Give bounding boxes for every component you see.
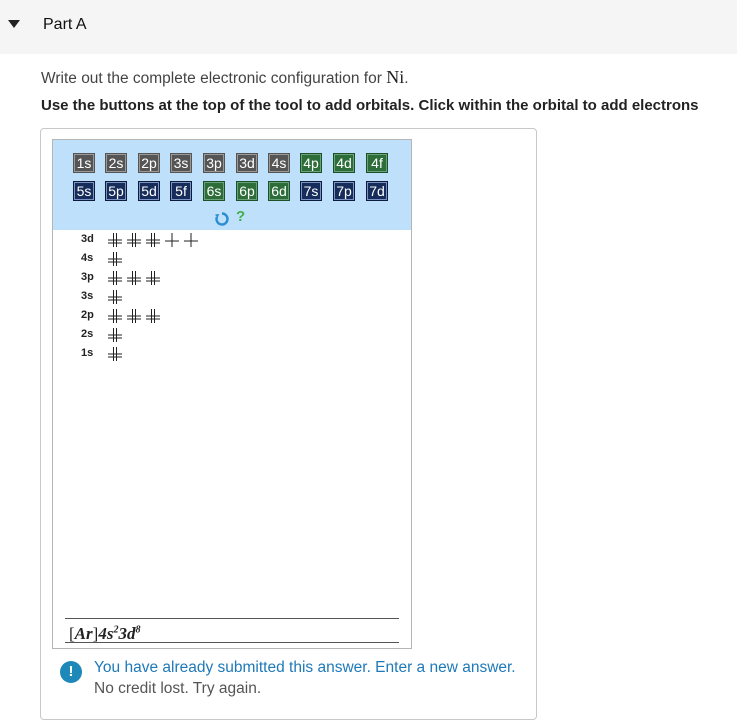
orbital-label: 4s [81, 252, 94, 264]
orbital-button-2s[interactable]: 2s [105, 153, 127, 173]
alert-submessage: No credit lost. Try again. [94, 680, 262, 697]
answer-bottom-rule [65, 642, 399, 643]
single-electron-icon[interactable] [164, 232, 180, 248]
orbital-button-4f[interactable]: 4f [366, 153, 388, 173]
part-header[interactable]: Part A [0, 0, 737, 54]
orbital-button-3p[interactable]: 3p [203, 153, 225, 173]
help-icon[interactable]: ? [236, 208, 245, 225]
orbital-toolbar: ? 1s 2s 2p 3s 3p 3d 4s 4p 4d 4f 5s 5p 5d 5f 6s 6p 6d 7s 7p… [53, 140, 411, 230]
alert-message: You have already submitted this answer. … [94, 659, 516, 676]
orbital-button-5f[interactable]: 5f [170, 181, 192, 201]
answer-top-rule [65, 618, 399, 619]
orbital-label: 2s [81, 328, 94, 340]
orbital-diagram[interactable]: 3d 4s 3p 3s 2p 2s 1s [53, 232, 411, 372]
element-symbol: Ni [386, 67, 405, 87]
question-text: Write out the complete electronic config… [41, 67, 409, 88]
paired-electrons-icon[interactable] [107, 289, 123, 305]
orbital-label: 3s [81, 290, 94, 302]
orbital-button-5p[interactable]: 5p [105, 181, 127, 201]
question-prefix: Write out the complete electronic config… [41, 70, 387, 87]
orbital-button-4p[interactable]: 4p [300, 153, 322, 173]
paired-electrons-icon[interactable] [145, 232, 161, 248]
orbital-button-7p[interactable]: 7p [333, 181, 355, 201]
orbital-label: 2p [81, 309, 94, 321]
paired-electrons-icon[interactable] [145, 270, 161, 286]
undo-icon[interactable] [214, 211, 230, 227]
orbital-label: 3p [81, 271, 94, 283]
paired-electrons-icon[interactable] [107, 346, 123, 362]
orbital-button-3d[interactable]: 3d [236, 153, 258, 173]
answer-expression: [Ar]4s23d8 [69, 624, 141, 643]
answer-orbital-1: 4s [98, 624, 114, 643]
orbital-button-4s[interactable]: 4s [268, 153, 290, 173]
answer-core: Ar [74, 624, 93, 643]
paired-electrons-icon[interactable] [107, 270, 123, 286]
paired-electrons-icon[interactable] [107, 232, 123, 248]
part-title: Part A [43, 16, 87, 33]
collapse-caret-icon[interactable] [8, 20, 20, 28]
paired-electrons-icon[interactable] [126, 232, 142, 248]
paired-electrons-icon[interactable] [107, 327, 123, 343]
single-electron-icon[interactable] [183, 232, 199, 248]
orbital-button-7s[interactable]: 7s [300, 181, 322, 201]
answer-orbital-2: 3d [118, 624, 136, 643]
orbital-button-3s[interactable]: 3s [170, 153, 192, 173]
instruction-text: Use the buttons at the top of the tool t… [41, 97, 699, 114]
orbital-button-6s[interactable]: 6s [203, 181, 225, 201]
orbital-button-7d[interactable]: 7d [366, 181, 388, 201]
paired-electrons-icon[interactable] [107, 251, 123, 267]
orbital-button-4d[interactable]: 4d [333, 153, 355, 173]
orbital-label: 1s [81, 347, 94, 359]
orbital-button-5s[interactable]: 5s [73, 181, 95, 201]
answer-exp-2: 8 [135, 624, 141, 636]
paired-electrons-icon[interactable] [145, 308, 161, 324]
orbital-button-2p[interactable]: 2p [138, 153, 160, 173]
paired-electrons-icon[interactable] [126, 308, 142, 324]
orbital-button-1s[interactable]: 1s [73, 153, 95, 173]
question-suffix: . [404, 70, 409, 87]
orbital-button-6d[interactable]: 6d [268, 181, 290, 201]
orbital-label: 3d [81, 233, 94, 245]
orbital-button-5d[interactable]: 5d [138, 181, 160, 201]
orbital-button-6p[interactable]: 6p [236, 181, 258, 201]
paired-electrons-icon[interactable] [107, 308, 123, 324]
paired-electrons-icon[interactable] [126, 270, 142, 286]
orbital-tool: ? 1s 2s 2p 3s 3p 3d 4s 4p 4d 4f 5s 5p 5d 5f 6s 6p 6d 7s 7p… [52, 139, 412, 649]
alert-icon: ! [60, 661, 82, 683]
